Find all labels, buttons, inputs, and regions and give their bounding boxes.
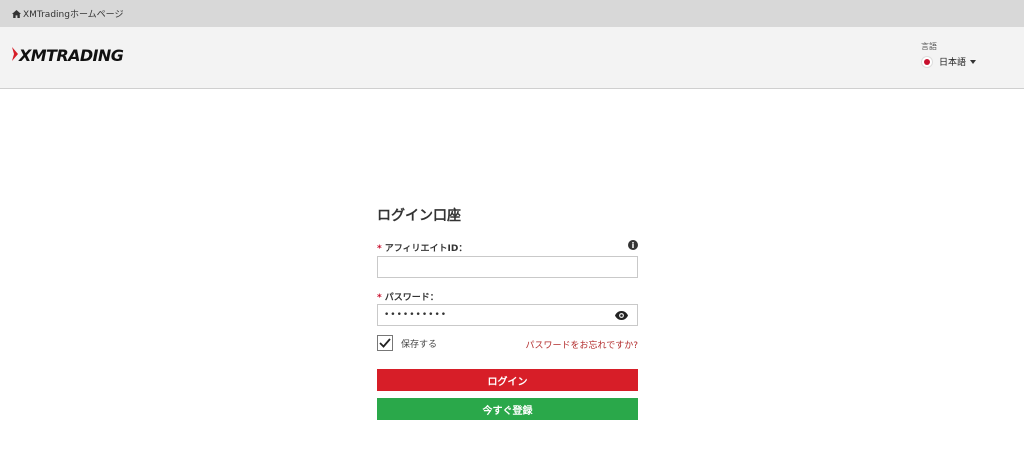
remember-me: 保存する: [377, 335, 437, 351]
top-bar: XMTradingホームページ: [0, 0, 1024, 27]
required-mark: *: [377, 293, 382, 303]
password-label-text: パスワード：: [384, 293, 439, 303]
home-link-label: XMTradingホームページ: [23, 10, 124, 20]
checkmark-icon: [379, 338, 391, 348]
password-label: * パスワード：: [377, 290, 439, 303]
affiliate-id-label: * アフィリエイトID：: [377, 241, 467, 254]
login-button[interactable]: ログイン: [377, 369, 638, 391]
language-value: 日本語: [939, 58, 967, 68]
info-icon[interactable]: i: [628, 240, 638, 250]
password-value: ••••••••••: [384, 310, 448, 320]
remember-label: 保存する: [401, 339, 438, 350]
affiliate-id-input[interactable]: [377, 256, 638, 278]
logo-text: XMTRADING: [19, 46, 124, 65]
header: XMTRADING 言語 日本語: [0, 27, 1024, 89]
japan-flag-icon: [921, 55, 933, 68]
logo[interactable]: XMTRADING: [12, 46, 124, 65]
home-icon: [12, 9, 21, 18]
register-button[interactable]: 今すぐ登録: [377, 398, 638, 420]
language-selector: 言語 日本語: [921, 41, 977, 68]
password-input[interactable]: ••••••••••: [377, 304, 638, 326]
language-dropdown[interactable]: 日本語: [921, 55, 977, 68]
eye-icon[interactable]: [615, 311, 628, 323]
forgot-password-link[interactable]: パスワードをお忘れですか?: [525, 338, 638, 351]
required-mark: *: [377, 244, 382, 254]
home-link[interactable]: XMTradingホームページ: [12, 7, 124, 20]
language-label: 言語: [921, 42, 937, 51]
logo-mark-icon: [12, 46, 18, 65]
chevron-down-icon: [970, 59, 977, 64]
form-title: ログイン口座: [377, 208, 461, 224]
remember-checkbox[interactable]: [377, 335, 393, 351]
affiliate-id-label-text: アフィリエイトID：: [384, 244, 468, 254]
